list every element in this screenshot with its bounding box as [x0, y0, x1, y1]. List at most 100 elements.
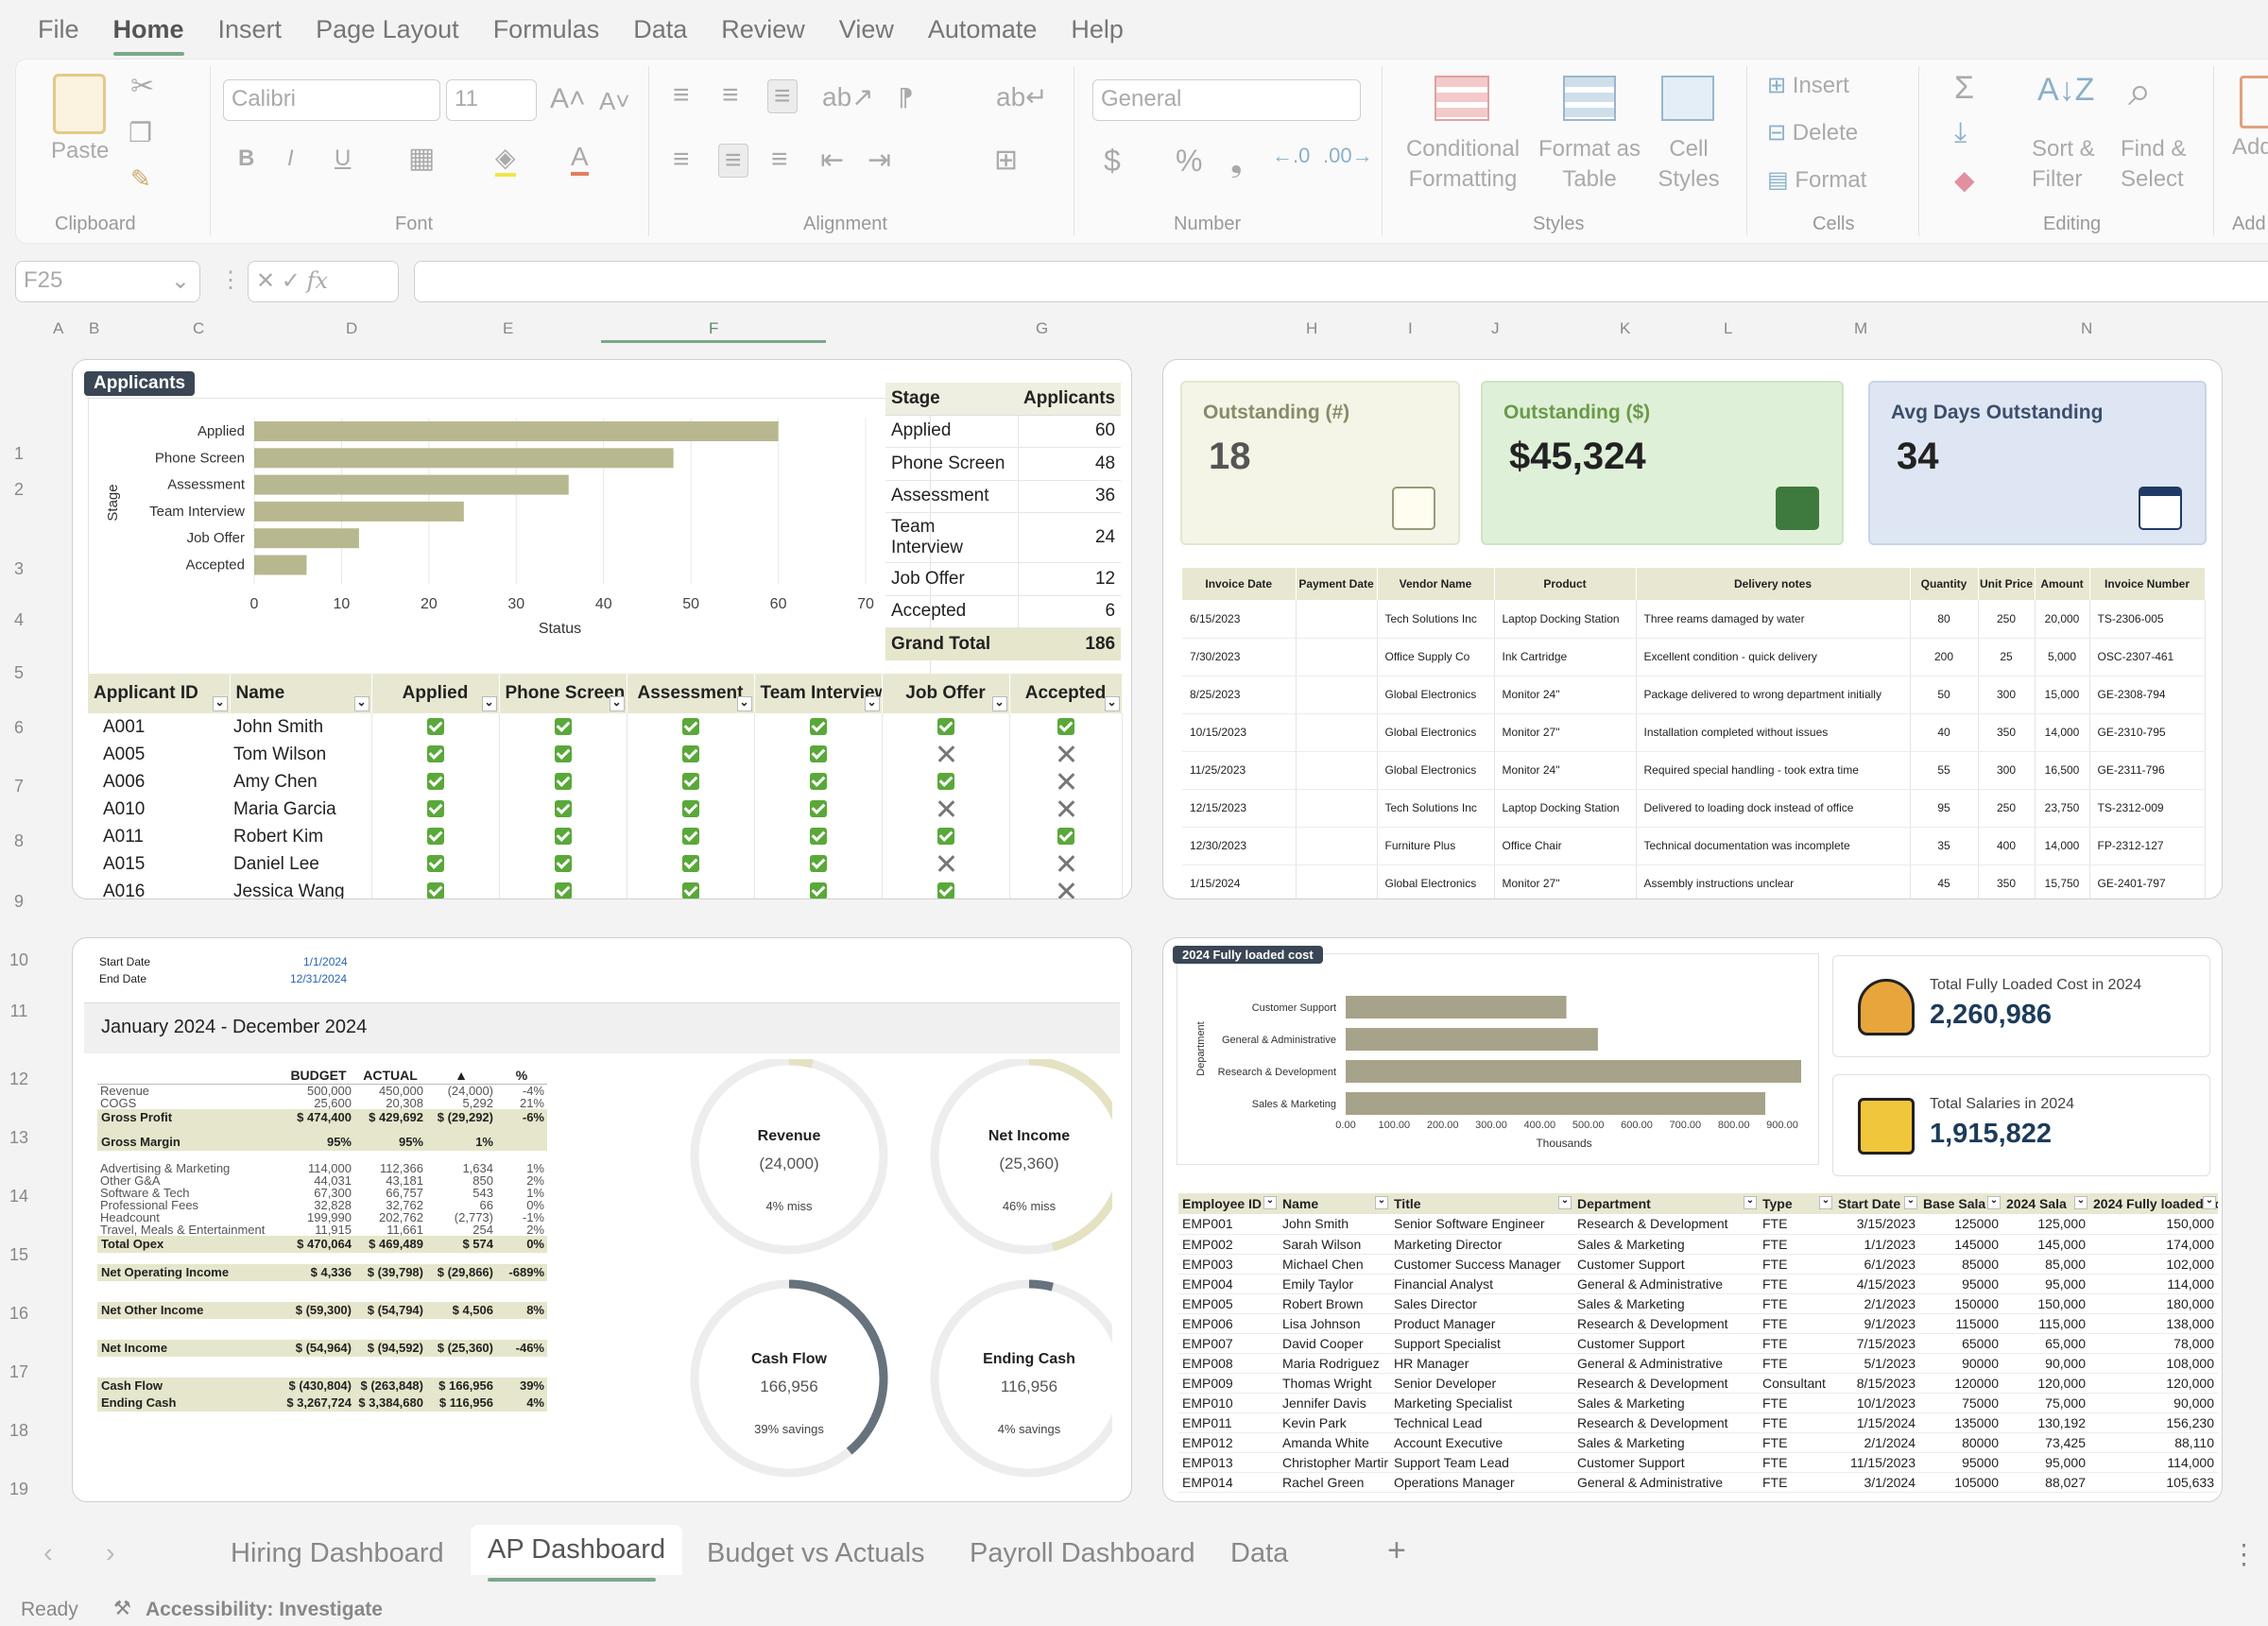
accessibility-icon[interactable]: ⚒ — [113, 1597, 131, 1620]
column-header[interactable]: I — [1408, 319, 1413, 338]
row-header[interactable]: 10 — [0, 950, 38, 970]
paste-button[interactable]: Paste — [51, 138, 109, 164]
invoice-column-header[interactable]: Amount — [2035, 568, 2090, 600]
add-ins-icon[interactable] — [2240, 76, 2268, 128]
invoice-cell[interactable] — [1296, 676, 1378, 714]
invoice-cell[interactable] — [1296, 638, 1378, 676]
pivot-header-cell[interactable]: Stage — [885, 383, 1018, 416]
employee-column-header[interactable]: Type ⌄ — [1759, 1193, 1834, 1214]
increase-font-icon[interactable]: A˄ — [550, 83, 586, 115]
decrease-indent-icon[interactable]: ⇤ — [820, 144, 844, 177]
copy-icon[interactable]: ❐ — [129, 117, 152, 148]
applicant-column-header[interactable]: Phone Screen ⌄ — [499, 674, 627, 713]
column-header[interactable]: G — [1036, 319, 1048, 338]
menu-data[interactable]: Data — [633, 15, 687, 44]
scroll-right-icon[interactable]: › — [106, 1538, 115, 1569]
menu-home[interactable]: Home — [112, 15, 184, 56]
align-middle-icon[interactable]: ≡ — [722, 79, 739, 111]
tab-ap-dashboard[interactable]: AP Dashboard — [471, 1525, 683, 1575]
italic-icon[interactable]: I — [287, 145, 294, 172]
row-header[interactable]: 4 — [0, 610, 38, 630]
invoice-column-header[interactable]: Invoice Number — [2089, 568, 2206, 600]
row-header[interactable]: 7 — [0, 777, 38, 796]
decrease-font-icon[interactable]: A˅ — [599, 87, 630, 116]
row-header[interactable]: 8 — [0, 831, 38, 851]
column-header[interactable]: E — [503, 319, 513, 338]
column-header[interactable]: B — [89, 319, 99, 338]
tab-data[interactable]: Data — [1230, 1538, 1288, 1569]
row-header[interactable]: 12 — [0, 1070, 38, 1089]
align-center-icon[interactable]: ≡ — [718, 144, 748, 178]
row-header[interactable]: 16 — [0, 1304, 38, 1324]
find-select-icon[interactable]: ⌕ — [2128, 68, 2152, 115]
invoice-cell[interactable] — [1296, 827, 1378, 865]
conditional-formatting-icon[interactable] — [1435, 76, 1489, 121]
invoice-cell[interactable] — [1296, 600, 1378, 639]
cut-icon[interactable]: ✂ — [130, 70, 154, 103]
row-header[interactable]: 15 — [0, 1245, 38, 1265]
filter-dropdown-icon[interactable]: ⌄ — [1558, 1196, 1572, 1209]
filter-dropdown-icon[interactable]: ⌄ — [1987, 1196, 2001, 1209]
employee-column-header[interactable]: 2024 Fully loaded co ⌄ — [2089, 1193, 2218, 1214]
column-header[interactable]: M — [1854, 319, 1867, 338]
row-header[interactable]: 19 — [0, 1480, 38, 1499]
menu-view[interactable]: View — [839, 15, 894, 44]
filter-dropdown-icon[interactable]: ⌄ — [736, 696, 752, 711]
column-header[interactable]: J — [1491, 319, 1500, 338]
insert-cells-button[interactable]: ⊞ Insert — [1767, 72, 1849, 99]
invoice-column-header[interactable]: Product — [1494, 568, 1637, 600]
filter-dropdown-icon[interactable]: ⌄ — [1744, 1196, 1757, 1209]
row-header[interactable]: 9 — [0, 892, 38, 912]
more-sheets-icon[interactable]: ⋮ — [2230, 1538, 2258, 1571]
filter-dropdown-icon[interactable]: ⌄ — [2203, 1196, 2216, 1209]
underline-icon[interactable]: U — [335, 145, 351, 172]
employee-column-header[interactable]: Department ⌄ — [1573, 1193, 1759, 1214]
conditional-formatting-button[interactable]: Conditional Formatting — [1397, 134, 1529, 195]
font-size-select[interactable]: 11 — [446, 79, 537, 121]
column-header[interactable]: K — [1620, 319, 1630, 338]
row-header[interactable]: 18 — [0, 1421, 38, 1441]
cancel-icon[interactable]: ✕ — [256, 268, 275, 294]
menu-formulas[interactable]: Formulas — [493, 15, 600, 44]
row-header[interactable]: 13 — [0, 1128, 38, 1148]
menu-page-layout[interactable]: Page Layout — [316, 15, 459, 44]
function-icon[interactable]: fx — [307, 267, 328, 294]
employee-column-header[interactable]: Base Sala ⌄ — [1919, 1193, 2002, 1214]
applicant-column-header[interactable]: Job Offer ⌄ — [882, 674, 1010, 713]
column-header[interactable]: L — [1724, 319, 1732, 338]
filter-dropdown-icon[interactable]: ⌄ — [1104, 696, 1120, 711]
formula-input[interactable] — [414, 261, 2268, 302]
column-header[interactable]: H — [1306, 319, 1317, 338]
invoice-column-header[interactable]: Quantity — [1910, 568, 1979, 600]
row-header[interactable]: 14 — [0, 1187, 38, 1207]
format-cells-button[interactable]: ▤ Format — [1767, 166, 1866, 194]
tab-hiring-dashboard[interactable]: Hiring Dashboard — [231, 1538, 444, 1569]
enter-icon[interactable]: ✓ — [282, 268, 301, 294]
more-options-icon[interactable]: ⋮ — [219, 266, 242, 294]
row-header[interactable]: 6 — [0, 718, 38, 738]
row-header[interactable]: 3 — [0, 559, 38, 579]
cell-styles-button[interactable]: Cell Styles — [1656, 134, 1722, 195]
sort-filter-icon[interactable]: A↓Z — [2037, 72, 2094, 109]
row-header[interactable]: 1 — [0, 444, 38, 464]
fill-icon[interactable]: ⤓ — [1954, 117, 1967, 149]
merge-center-icon[interactable]: ⊞ — [994, 144, 1018, 177]
row-header[interactable]: 17 — [0, 1362, 38, 1382]
currency-icon[interactable]: $ — [1104, 144, 1121, 179]
row-header[interactable]: 11 — [0, 1001, 38, 1021]
format-as-table-button[interactable]: Format as Table — [1531, 134, 1648, 195]
applicant-column-header[interactable]: Accepted ⌄ — [1009, 674, 1123, 713]
invoice-column-header[interactable]: Delivery notes — [1636, 568, 1911, 600]
paste-icon[interactable] — [53, 74, 106, 134]
name-box[interactable]: F25 ⌄ — [15, 261, 200, 302]
invoice-column-header[interactable]: Payment Date — [1296, 568, 1378, 600]
employee-column-header[interactable]: 2024 Sala ⌄ — [2002, 1193, 2089, 1214]
comma-icon[interactable]: ❟ — [1230, 144, 1243, 180]
column-header[interactable]: A — [53, 319, 63, 338]
filter-dropdown-icon[interactable]: ⌄ — [1904, 1196, 1917, 1209]
invoice-cell[interactable] — [1296, 751, 1378, 790]
invoice-column-header[interactable]: Unit Price — [1978, 568, 2036, 600]
cell-styles-icon[interactable] — [1661, 76, 1714, 121]
applicant-column-header[interactable]: Assessment ⌄ — [627, 674, 755, 713]
filter-dropdown-icon[interactable]: ⌄ — [481, 696, 497, 711]
